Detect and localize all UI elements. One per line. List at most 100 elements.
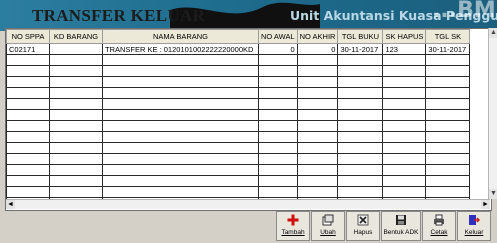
table-cell[interactable] [382,120,427,132]
table-cell[interactable] [296,98,339,110]
table-cell[interactable] [6,186,50,198]
table-cell[interactable] [49,164,103,176]
table-row[interactable] [6,109,471,121]
table-cell[interactable] [382,153,427,165]
table-cell[interactable] [102,164,259,176]
table-cell[interactable] [6,164,50,176]
table-row[interactable] [6,164,471,176]
table-cell[interactable] [102,153,259,165]
horizontal-scrollbar[interactable]: ◄ ► [6,199,490,209]
vertical-scrollbar[interactable]: ▲ ▼ [488,28,497,199]
table-row[interactable] [6,76,471,88]
table-cell[interactable] [49,142,103,154]
table-cell[interactable] [425,142,471,154]
table-cell[interactable] [102,142,259,154]
table-cell[interactable] [258,153,298,165]
table-cell[interactable] [258,87,298,99]
table-cell[interactable] [337,54,384,66]
table-cell[interactable] [337,153,384,165]
table-cell[interactable] [382,186,427,198]
column-header-tgl-buku[interactable]: TGL BUKU [337,29,384,44]
table-cell[interactable] [425,76,471,88]
table-cell[interactable] [6,153,50,165]
table-cell[interactable] [337,65,384,77]
table-cell[interactable] [258,186,298,198]
table-cell[interactable] [382,175,427,187]
table-cell[interactable] [337,175,384,187]
table-cell[interactable] [49,98,103,110]
cell-no-awal[interactable]: 0 [258,43,298,55]
table-row[interactable] [6,175,471,187]
table-cell[interactable] [296,175,339,187]
scroll-right-icon[interactable]: ► [481,200,490,209]
table-cell[interactable] [102,109,259,121]
table-cell[interactable] [296,54,339,66]
table-row[interactable] [6,120,471,132]
table-cell[interactable] [258,109,298,121]
table-cell[interactable] [102,186,259,198]
table-cell[interactable] [49,120,103,132]
table-cell[interactable] [6,98,50,110]
table-cell[interactable] [49,186,103,198]
table-cell[interactable] [425,65,471,77]
table-cell[interactable] [296,142,339,154]
table-cell[interactable] [102,175,259,187]
cell-nama-barang[interactable]: TRANSFER KE : 0120101002222220000KD [102,43,259,55]
data-grid[interactable]: NO SPPA KD BARANG NAMA BARANG NO AWAL NO… [5,28,492,211]
table-row[interactable] [6,131,471,143]
table-cell[interactable] [102,54,259,66]
cetak-button[interactable]: Cetak [422,211,456,241]
table-cell[interactable] [258,142,298,154]
table-cell[interactable] [425,131,471,143]
table-cell[interactable] [296,164,339,176]
table-cell[interactable] [258,175,298,187]
table-row[interactable] [6,98,471,110]
table-cell[interactable] [337,87,384,99]
table-cell[interactable] [296,153,339,165]
table-cell[interactable] [49,109,103,121]
cell-tgl-buku[interactable]: 30-11-2017 [337,43,384,55]
table-cell[interactable] [6,131,50,143]
table-cell[interactable] [102,87,259,99]
table-cell[interactable] [6,109,50,121]
table-cell[interactable] [296,186,339,198]
table-cell[interactable] [258,164,298,176]
column-header-no-awal[interactable]: NO AWAL [258,29,298,44]
table-cell[interactable] [337,164,384,176]
table-row[interactable]: C02171 TRANSFER KE : 0120101002222220000… [6,43,471,55]
table-cell[interactable] [6,76,50,88]
cell-no-akhir[interactable]: 0 [296,43,339,55]
column-header-sk-hapus[interactable]: SK HAPUS [382,29,427,44]
column-header-kd-barang[interactable]: KD BARANG [49,29,103,44]
table-cell[interactable] [6,142,50,154]
table-cell[interactable] [49,54,103,66]
table-cell[interactable] [425,54,471,66]
table-cell[interactable] [337,109,384,121]
table-row[interactable] [6,87,471,99]
table-cell[interactable] [6,175,50,187]
column-header-no-sppa[interactable]: NO SPPA [6,29,50,44]
table-row[interactable] [6,142,471,154]
table-cell[interactable] [425,153,471,165]
cell-no-sppa[interactable]: C02171 [6,43,50,55]
table-cell[interactable] [49,175,103,187]
table-cell[interactable] [425,186,471,198]
table-cell[interactable] [425,109,471,121]
table-cell[interactable] [49,87,103,99]
table-cell[interactable] [382,142,427,154]
table-cell[interactable] [382,164,427,176]
table-cell[interactable] [425,175,471,187]
table-cell[interactable] [337,76,384,88]
ubah-button[interactable]: Ubah [311,211,345,241]
table-cell[interactable] [6,87,50,99]
scroll-down-icon[interactable]: ▼ [489,189,497,199]
table-cell[interactable] [425,87,471,99]
table-cell[interactable] [337,131,384,143]
table-cell[interactable] [382,54,427,66]
table-cell[interactable] [382,131,427,143]
tambah-button[interactable]: Tambah [276,211,310,241]
cell-tgl-sk[interactable]: 30-11-2017 [425,43,471,55]
table-cell[interactable] [425,98,471,110]
table-cell[interactable] [425,120,471,132]
table-cell[interactable] [258,54,298,66]
